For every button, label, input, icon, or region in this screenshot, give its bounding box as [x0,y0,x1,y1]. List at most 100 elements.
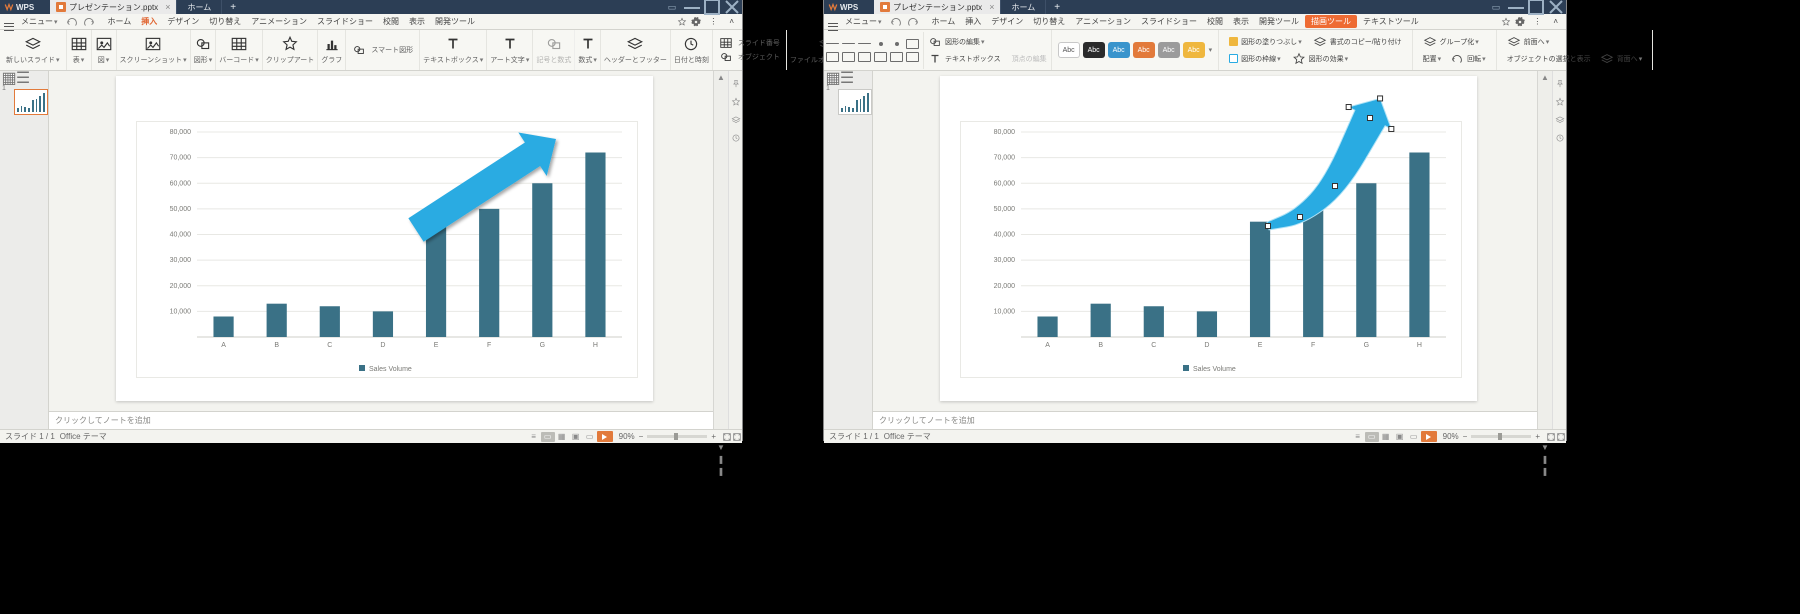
slide-canvas[interactable]: 10,00020,00030,00040,00050,00060,00070,0… [49,71,713,429]
outline-tab-thumbs[interactable]: ▦ [827,73,839,83]
maximize-icon[interactable] [1526,0,1546,17]
formula-icon[interactable] [579,35,597,53]
view-notes-icon[interactable]: ▭ [583,432,597,442]
date-icon[interactable] [682,35,700,53]
shapes-icon[interactable] [194,35,212,53]
menu-tab[interactable]: 挿入 [961,16,985,27]
add-tab[interactable]: + [222,2,244,13]
shape-sample[interactable] [890,52,903,62]
to-front[interactable]: 前面へ▾ [1507,35,1643,49]
textbox-icon[interactable] [444,35,462,53]
table-icon[interactable] [70,35,88,53]
shape-sample[interactable] [879,42,883,46]
star-icon[interactable] [731,97,741,107]
shape-sample[interactable] [842,43,855,44]
pin-icon[interactable] [1555,79,1565,89]
object-icon[interactable] [719,50,733,64]
new-slide-icon[interactable] [24,35,42,53]
view-outline-icon[interactable]: ≡ [1351,432,1365,442]
vertical-scrollbar[interactable]: ▲▼❚❚ [713,71,728,429]
shape-sample[interactable] [906,39,919,49]
menu-tab[interactable]: 挿入 [137,16,161,27]
menu-tab[interactable]: 開発ツール [1255,16,1303,27]
menu-tab[interactable]: アニメーション [247,16,311,27]
menu-tab[interactable]: 切り替え [205,16,245,27]
shape-sample[interactable] [895,42,899,46]
view-normal-icon[interactable]: ▭ [1365,432,1379,442]
shape-sample[interactable] [874,52,887,62]
shape-sample[interactable] [826,43,839,44]
zoom-control[interactable]: 90%−+ [619,432,716,441]
outline-tab-outline[interactable]: ☰ [17,73,29,83]
slide-thumbnail[interactable] [838,89,872,115]
slide-canvas[interactable]: 10,00020,00030,00040,00050,00060,00070,0… [873,71,1537,429]
settings-icon[interactable] [691,17,701,27]
outline-tab-outline[interactable]: ☰ [841,73,853,83]
style-swatch[interactable]: Abc [1083,42,1105,58]
slide-number-icon[interactable] [719,36,733,50]
screenshot-icon[interactable] [144,35,162,53]
close-icon[interactable] [1546,0,1566,17]
style-swatch[interactable]: Abc [1133,42,1155,58]
layers-icon[interactable] [1555,115,1565,125]
notes-placeholder[interactable]: クリックしてノートを追加 [49,412,713,429]
barcode-icon[interactable] [230,35,248,53]
style-swatch[interactable]: Abc [1183,42,1205,58]
edit-shape[interactable]: 図形の編集▾ [928,35,1047,49]
notes-placeholder[interactable]: クリックしてノートを追加 [873,412,1537,429]
close-tab-icon[interactable]: × [165,2,170,12]
redo-icon[interactable] [82,15,96,29]
menu-label[interactable]: メニュー▾ [841,16,886,27]
app-menu-icon[interactable]: ▭ [662,2,682,13]
smartart-icon[interactable] [352,43,366,57]
vertical-scrollbar[interactable]: ▲▼❚❚ [1537,71,1552,429]
shape-sample[interactable] [858,52,871,62]
home-tab[interactable]: ホーム [1000,0,1046,14]
star-icon[interactable] [1555,97,1565,107]
history-icon[interactable] [1555,133,1565,143]
app-menu-icon[interactable]: ▭ [1486,2,1506,13]
align[interactable]: グループ化▾ [1423,35,1486,49]
pin-icon[interactable] [731,79,741,89]
close-icon[interactable] [722,0,742,17]
select-pane[interactable]: オブジェクトの選択と表示背面へ▾ [1507,52,1643,66]
shape-outline[interactable]: 図形の枠線▾図形の効果▾ [1229,52,1402,66]
view-sorter-icon[interactable]: ▦ [555,432,569,442]
view-outline-icon[interactable]: ≡ [527,432,541,442]
menu-tab-extra[interactable]: 描画ツール [1305,15,1357,28]
menu-tab[interactable]: アニメーション [1071,16,1135,27]
shape-sample[interactable] [858,43,871,44]
style-swatch[interactable]: Abc [1058,42,1080,58]
home-tab[interactable]: ホーム [176,0,222,14]
view-reading-icon[interactable]: ▣ [569,432,583,442]
menu-tab[interactable]: 切り替え [1029,16,1069,27]
slide-thumbnail[interactable] [14,89,48,115]
undo-icon[interactable] [65,15,79,29]
header-footer-icon[interactable] [626,35,644,53]
chart[interactable]: 10,00020,00030,00040,00050,00060,00070,0… [136,121,638,378]
skin-icon[interactable] [1501,17,1511,27]
undo-icon[interactable] [889,15,903,29]
history-icon[interactable] [731,133,741,143]
layers-icon[interactable] [731,115,741,125]
zoom-control[interactable]: 90%−+ [1443,432,1540,441]
shape-sample[interactable] [842,52,855,62]
fit2-icon[interactable] [1556,432,1566,442]
slideshow-button[interactable] [597,431,613,442]
shape-sample[interactable] [826,52,839,62]
arttext-icon[interactable] [501,35,519,53]
view-notes-icon[interactable]: ▭ [1407,432,1421,442]
textbox[interactable]: テキストボックス頂点の編集 [928,52,1047,66]
menu-tab[interactable]: デザイン [987,16,1027,27]
outline-tab-thumbs[interactable]: ▦ [3,73,15,83]
style-swatch[interactable]: Abc [1108,42,1130,58]
menu-tab[interactable]: 開発ツール [431,16,479,27]
menu-tab[interactable]: ホーム [104,16,136,27]
minimize-icon[interactable] [682,0,702,17]
image-icon[interactable] [95,35,113,53]
add-tab[interactable]: + [1046,2,1068,13]
view-sorter-icon[interactable]: ▦ [1379,432,1393,442]
fit2-icon[interactable] [732,432,742,442]
menu-tab[interactable]: ホーム [928,16,960,27]
shape-sample[interactable] [906,52,919,62]
